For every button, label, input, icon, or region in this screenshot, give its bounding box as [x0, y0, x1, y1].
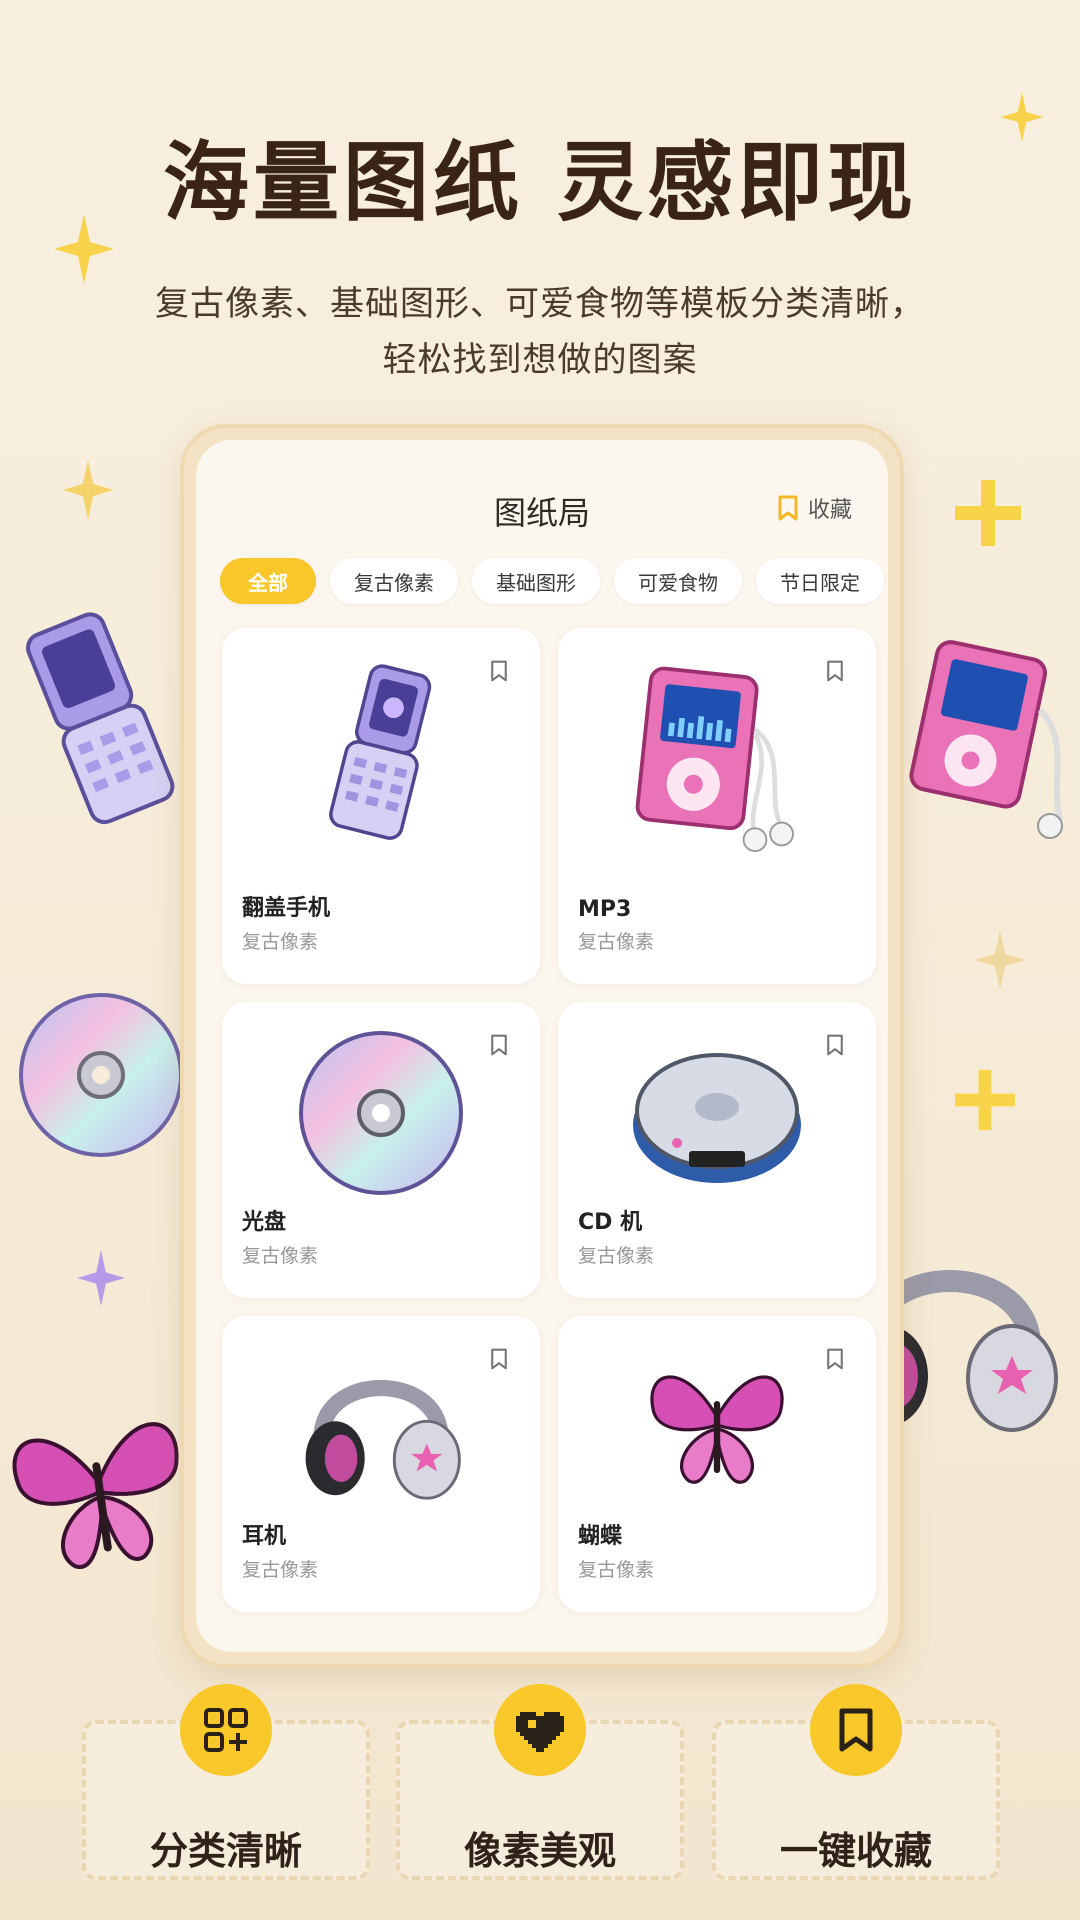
- feature-category-clear: 分类清晰: [82, 1684, 370, 1880]
- chip-cute-food[interactable]: 可爱食物: [614, 558, 742, 604]
- feature-pixel-beauty: 像素美观: [396, 1684, 684, 1880]
- chip-basic-shapes[interactable]: 基础图形: [472, 558, 600, 604]
- template-card[interactable]: 光盘 复古像素: [222, 1002, 540, 1298]
- feature-label: 一键收藏: [779, 1828, 932, 1873]
- chip-retro-pixel[interactable]: 复古像素: [330, 558, 458, 604]
- sparkle-icon: [955, 480, 1021, 546]
- template-name: CD 机: [578, 1210, 643, 1235]
- flip-phone-icon: [329, 664, 432, 840]
- template-name: MP3: [578, 897, 632, 922]
- template-category: 复古像素: [242, 931, 319, 953]
- template-name: 蝴蝶: [578, 1524, 623, 1549]
- template-card[interactable]: 耳机 复古像素: [222, 1316, 540, 1612]
- bookmark-icon: [778, 495, 798, 521]
- template-name: 光盘: [242, 1210, 287, 1235]
- template-card[interactable]: MP3 复古像素: [558, 628, 876, 984]
- mp3-player-icon: [635, 666, 794, 853]
- app-screen: 图纸局 收藏 全部 复古像素 基础图形 可爱食物 节日限定 翻盖手机 复古像素 …: [196, 440, 888, 1652]
- mp3-player-icon: [909, 640, 1063, 839]
- cd-player-icon: [633, 1053, 801, 1183]
- favorites-button[interactable]: 收藏: [778, 492, 852, 524]
- category-chips: 全部 复古像素 基础图形 可爱食物 节日限定: [220, 558, 884, 604]
- template-category: 复古像素: [242, 1559, 319, 1581]
- hero-title: 海量图纸 灵感即现: [163, 132, 917, 233]
- template-card[interactable]: CD 机 复古像素: [558, 1002, 876, 1298]
- pixel-heart-icon: [516, 1712, 564, 1752]
- hero-subtitle-line1: 复古像素、基础图形、可爱食物等模板分类清晰，: [155, 284, 925, 324]
- bookmark-icon: [839, 1708, 873, 1752]
- sparkle-icon: [974, 930, 1026, 990]
- template-card[interactable]: 蝴蝶 复古像素: [558, 1316, 876, 1612]
- butterfly-icon: [650, 1375, 784, 1484]
- category-grid-icon: [204, 1708, 248, 1752]
- feature-label: 分类清晰: [149, 1828, 302, 1873]
- template-category: 复古像素: [242, 1245, 319, 1267]
- hero-subtitle-line2: 轻松找到想做的图案: [382, 340, 698, 380]
- favorites-label: 收藏: [807, 498, 852, 523]
- butterfly-icon: [12, 1422, 179, 1569]
- sparkle-icon: [955, 1070, 1015, 1130]
- chip-holiday-limited[interactable]: 节日限定: [756, 558, 884, 604]
- sparkle-icon: [1000, 92, 1044, 142]
- feature-one-click-favorite: 一键收藏: [712, 1684, 1000, 1880]
- cd-disc-icon: [299, 1031, 463, 1195]
- template-category: 复古像素: [578, 931, 655, 953]
- template-category: 复古像素: [578, 1245, 655, 1267]
- template-name: 耳机: [242, 1524, 287, 1549]
- headphones-icon: [305, 1380, 461, 1500]
- flip-phone-icon: [26, 612, 175, 825]
- phone-mockup: 图纸局 收藏 全部 复古像素 基础图形 可爱食物 节日限定 翻盖手机 复古像素 …: [180, 424, 904, 1668]
- template-category: 复古像素: [578, 1559, 655, 1581]
- cd-disc-icon: [19, 993, 183, 1157]
- sparkle-icon: [77, 1250, 125, 1306]
- template-grid: 翻盖手机 复古像素 MP3 复古像素 光盘 复古像素 CD 机 复古像素 耳机 …: [222, 628, 876, 1612]
- feature-label: 像素美观: [463, 1828, 616, 1873]
- sparkle-icon: [62, 460, 114, 520]
- template-card[interactable]: 翻盖手机 复古像素: [222, 628, 540, 984]
- template-name: 翻盖手机: [242, 896, 331, 921]
- chip-all[interactable]: 全部: [220, 558, 316, 604]
- sparkle-icon: [54, 214, 114, 284]
